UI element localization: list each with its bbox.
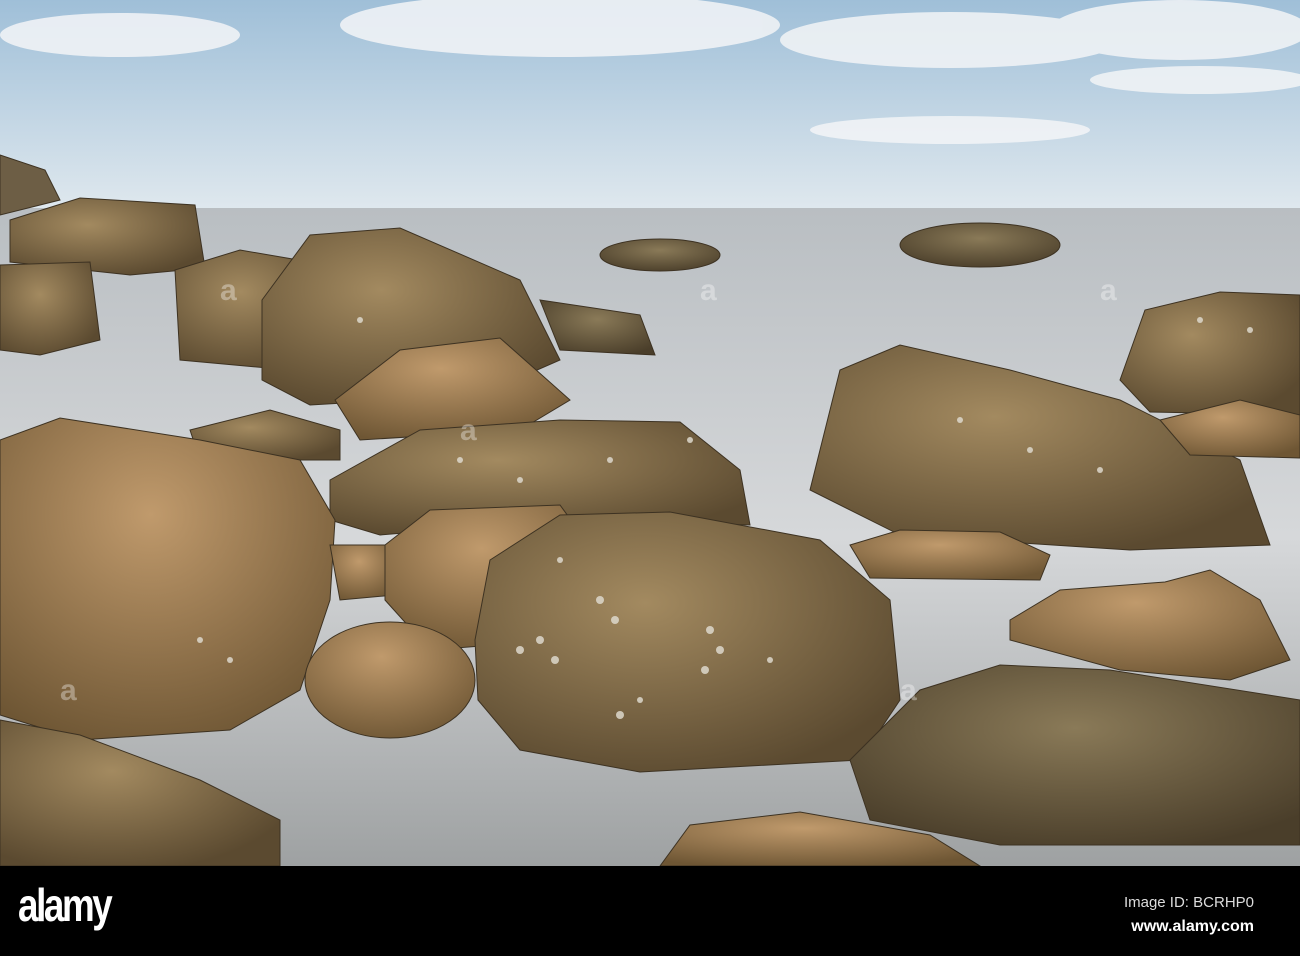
seascape-photo: a a a a a a	[0, 0, 1300, 866]
svg-text:a: a	[700, 274, 717, 307]
image-id: Image ID: BCRHP0	[1123, 894, 1254, 911]
svg-text:a: a	[60, 674, 77, 707]
svg-text:a: a	[220, 274, 237, 307]
svg-text:a: a	[1100, 274, 1117, 307]
alamy-logo[interactable]: alamy	[18, 878, 113, 932]
footer-bar: alamy Image ID: BCRHP0 www.alamy.com	[0, 866, 1300, 956]
website-link[interactable]: www.alamy.com	[1131, 918, 1254, 936]
svg-text:a: a	[460, 414, 477, 447]
svg-text:a: a	[900, 674, 917, 707]
